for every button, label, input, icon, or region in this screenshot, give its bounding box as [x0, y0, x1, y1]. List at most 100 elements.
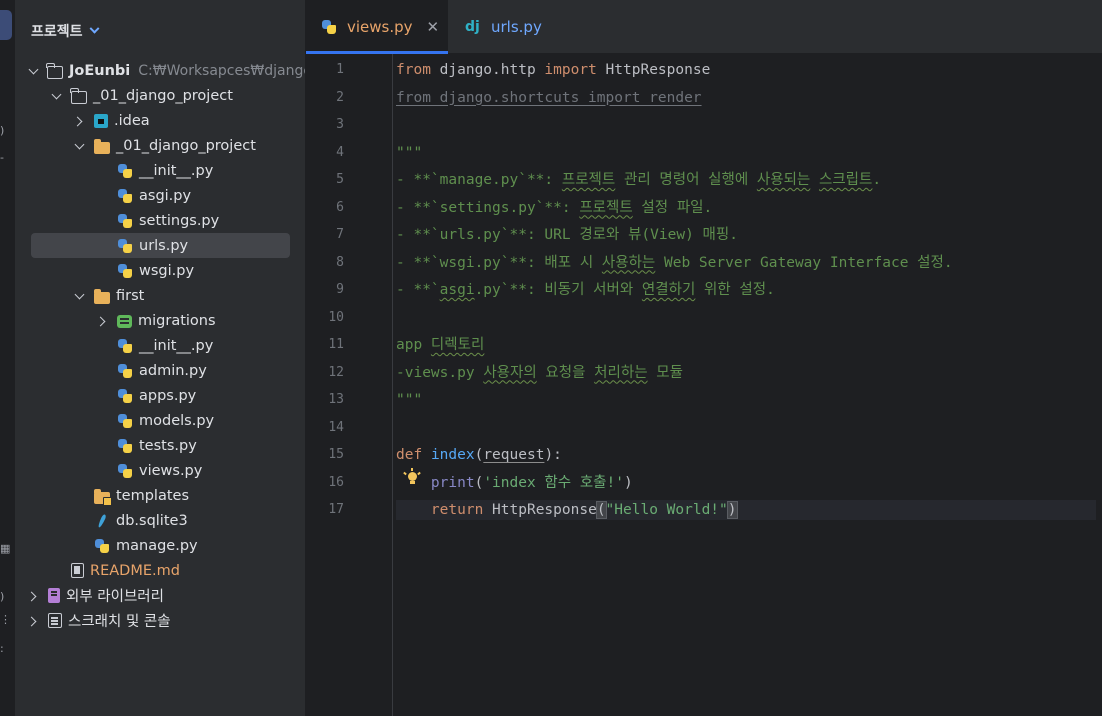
tree-item[interactable]: tests.py [16, 433, 305, 458]
chevron-down-icon[interactable] [51, 91, 61, 101]
code-line[interactable]: from django.http import HttpResponse [396, 60, 1096, 80]
python-file-icon [117, 463, 133, 479]
tree-item[interactable]: 외부 라이브러리 [16, 583, 305, 608]
tree-item[interactable]: db.sqlite3 [16, 508, 305, 533]
code-token: HttpResponse [483, 502, 597, 518]
code-token: ( [595, 501, 607, 519]
tree-item-label: _01_django_project [116, 137, 256, 154]
line-number: 6 [336, 199, 344, 215]
code-line[interactable]: def index(request): [396, 445, 1096, 465]
code-token: 'index 함수 호출!' [483, 474, 624, 491]
code-line[interactable]: """ [396, 143, 1096, 163]
tool-icon[interactable]: ) [0, 124, 14, 138]
code-token: ) [726, 501, 738, 519]
code-line[interactable]: - **`urls.py`**: URL 경로와 뷰(View) 매핑. [396, 225, 1096, 245]
chevron-right-icon[interactable] [28, 591, 38, 601]
tree-item-label: models.py [139, 412, 215, 429]
editor-tab[interactable]: dj urls.py [452, 0, 562, 54]
code-line[interactable]: - **`wsgi.py`**: 배포 시 사용하는 Web Server Ga… [396, 253, 1096, 273]
migrations-folder-icon [117, 315, 132, 328]
chevron-down-icon[interactable] [74, 291, 84, 301]
tree-item-label: .idea [114, 112, 150, 129]
tree-item[interactable]: admin.py [16, 358, 305, 383]
python-file-icon [117, 388, 133, 404]
tree-item[interactable]: .idea [16, 108, 305, 133]
tree-item-label: tests.py [139, 437, 197, 454]
tree-item[interactable]: __init__.py [16, 333, 305, 358]
folder-outline-icon [46, 62, 63, 79]
project-tool-button[interactable] [0, 10, 12, 40]
tree-item[interactable]: JoEunbi C:₩Worksapces₩django [16, 58, 305, 83]
code-token: ) [623, 474, 633, 491]
tree-item-label: views.py [139, 462, 203, 479]
editor-tab[interactable]: views.py ✕ [306, 0, 448, 54]
code-token: .py`**: 비동기 서버와 [474, 282, 642, 298]
chevron-down-icon[interactable] [89, 23, 99, 34]
python-file-icon [117, 163, 133, 179]
database-file-icon [94, 513, 110, 529]
tree-item[interactable]: README.md [16, 558, 305, 583]
project-panel-title: 프로젝트 [31, 24, 83, 40]
chevron-right-icon[interactable] [97, 316, 107, 326]
tree-item-label: db.sqlite3 [116, 512, 188, 529]
tree-item[interactable]: 스크래치 및 콘솔 [16, 608, 305, 633]
code-line[interactable]: - **`settings.py`**: 프로젝트 설정 파일. [396, 198, 1096, 218]
tree-item[interactable]: models.py [16, 408, 305, 433]
idea-folder-icon [94, 113, 108, 128]
code-line[interactable]: - **`asgi.py`**: 비동기 서버와 연결하기 위한 설정. [396, 280, 1096, 300]
close-icon[interactable]: ✕ [427, 18, 440, 36]
tree-item-label: settings.py [139, 212, 220, 229]
code-line[interactable]: """ [396, 390, 1096, 410]
tree-item[interactable]: _01_django_project [16, 133, 305, 158]
code-token: - **`urls.py`**: URL 경로와 뷰(View) 매핑. [396, 227, 738, 243]
code-token: from django.shortcuts import render [396, 89, 702, 106]
line-number: 12 [328, 364, 344, 380]
chevron-right-icon[interactable] [74, 116, 84, 126]
tree-item-label: __init__.py [139, 162, 214, 179]
tool-icon[interactable]: - [0, 151, 14, 165]
python-file-icon [117, 363, 133, 379]
tab-label: views.py [347, 18, 413, 36]
tool-icon[interactable]: ⋮ [0, 613, 14, 627]
code-line[interactable]: app 디렉토리 [396, 335, 1096, 355]
tool-icon[interactable]: ▦ [0, 542, 14, 556]
chevron-right-icon[interactable] [28, 616, 38, 626]
code-token: - **`wsgi.py`**: 배포 시 [396, 254, 602, 271]
tree-item[interactable]: apps.py [16, 383, 305, 408]
tree-item[interactable]: __init__.py [16, 158, 305, 183]
code-line[interactable]: print('index 함수 호출!') [396, 473, 1096, 493]
folder-outline-icon [70, 87, 87, 104]
tool-icon[interactable]: ) [0, 590, 14, 604]
tree-item[interactable]: wsgi.py [16, 258, 305, 283]
tool-icon[interactable]: : [0, 642, 14, 656]
tree-item[interactable]: templates [16, 483, 305, 508]
folder-icon [94, 288, 110, 304]
tree-item[interactable]: _01_django_project [16, 83, 305, 108]
python-file-icon [117, 238, 133, 254]
folder-icon [94, 138, 110, 154]
code-line[interactable]: return HttpResponse("Hello World!") [396, 500, 1096, 520]
line-number: 5 [336, 172, 344, 187]
tree-item-label: first [116, 287, 145, 304]
code-token: . [872, 172, 882, 188]
code-token: - **` [396, 282, 440, 298]
chevron-down-icon[interactable] [74, 141, 84, 151]
code-token: request [483, 447, 545, 463]
code-token: """ [396, 392, 423, 408]
python-file-icon [94, 538, 110, 554]
chevron-down-icon[interactable] [28, 66, 37, 76]
tree-item[interactable]: first [16, 283, 305, 308]
line-number: 8 [336, 254, 344, 270]
code-line[interactable]: - **`manage.py`**: 프로젝트 관리 명령어 실행에 사용되는 … [396, 170, 1096, 190]
tree-item[interactable]: migrations [16, 308, 305, 333]
tree-item[interactable]: views.py [16, 458, 305, 483]
tree-item[interactable]: settings.py [16, 208, 305, 233]
tree-item[interactable]: asgi.py [16, 183, 305, 208]
tree-item[interactable]: manage.py [16, 533, 305, 558]
code-line[interactable]: from django.shortcuts import render [396, 88, 1096, 108]
project-panel-header[interactable]: 프로젝트 [31, 19, 99, 43]
code-line[interactable]: -views.py 사용자의 요청을 처리하는 모듈 [396, 363, 1096, 383]
python-file-icon [117, 263, 133, 279]
tree-item[interactable]: urls.py [16, 233, 305, 258]
